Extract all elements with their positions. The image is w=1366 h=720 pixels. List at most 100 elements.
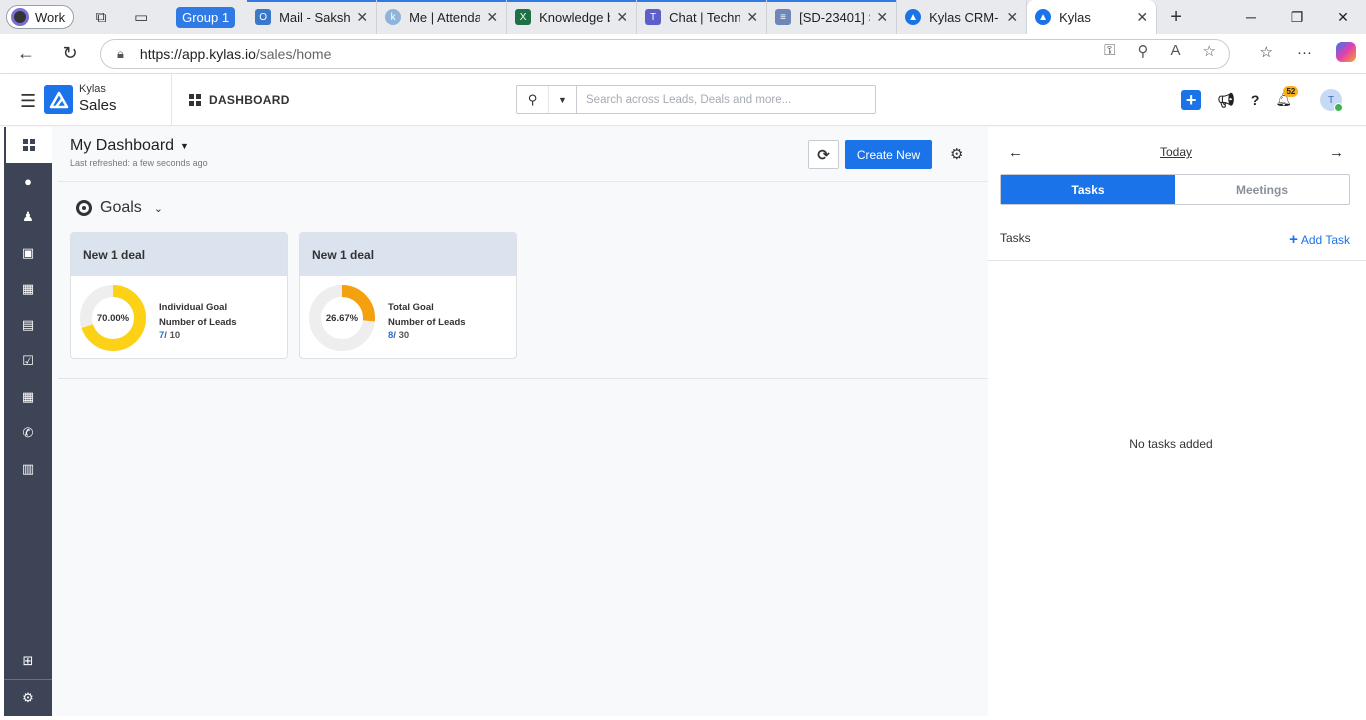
goal-card[interactable]: New 1 deal 70.00% Individual Goal Number… [70,232,288,359]
goals-section-toggle[interactable]: Goals ⌄ [76,199,163,217]
goal-progress: 7/ 10 [159,330,237,341]
browser-tab-mail[interactable]: O Mail - Sakshi ✕ [247,0,378,34]
section-title-label: DASHBOARD [209,93,290,107]
close-tab-icon[interactable]: ✕ [746,9,758,26]
goal-info: Total Goal Number of Leads 8/ 30 [388,300,466,341]
notifications-button[interactable]: 🔔︎ 52 [1275,86,1299,108]
zoom-icon[interactable]: ⚲ [1138,42,1149,60]
chevron-down-icon: ⌄ [153,202,164,215]
goal-info: Individual Goal Number of Leads 7/ 10 [159,300,237,341]
url-path: /sales/home [255,46,332,62]
help-icon[interactable]: ? [1251,92,1260,108]
dashboard-settings-gear-icon[interactable]: ⚙ [950,145,963,163]
close-tab-icon[interactable]: ✕ [356,9,368,26]
browser-tab-kylas[interactable]: ▲ Kylas ✕ [1027,0,1158,34]
notification-badge: 52 [1283,86,1299,97]
workspaces-icon[interactable]: ⧉ [88,4,114,30]
announcement-icon[interactable]: 📢︎ [1217,92,1235,109]
browser-tab-attendance[interactable]: k Me | Attenda ✕ [377,0,508,34]
minimize-icon[interactable]: ─ [1228,0,1274,34]
sidebar-item-tasks[interactable]: ☑ [4,343,52,379]
sidebar-item-calendar[interactable]: ▦ [4,379,52,415]
today-link[interactable]: Today [1160,145,1192,159]
money-bag-icon: ♟ [22,209,34,224]
sidebar-item-deals[interactable]: ♟ [4,199,52,235]
reload-icon[interactable]: ↻ [50,34,90,74]
brand: Kylas Sales [79,83,117,114]
browser-tab-chat[interactable]: T Chat | Techno ✕ [637,0,768,34]
hamburger-menu-icon[interactable]: ☰ [20,91,36,112]
close-tab-icon[interactable]: ✕ [1006,9,1018,26]
url-field[interactable]: 🔒︎ https://app.kylas.io/sales/home [100,39,1230,69]
sidebar-item-leads[interactable]: ▣ [4,235,52,271]
browser-tab-kylas-crm[interactable]: ▲ Kylas CRM- U ✕ [897,0,1028,34]
goal-type: Total Goal [388,302,434,313]
goal-card[interactable]: New 1 deal 26.67% Total Goal Number of L… [299,232,517,359]
kylas-icon: ▲ [1035,9,1052,25]
search-scope-dropdown[interactable]: ▼ [549,86,577,113]
quick-add-button[interactable]: + [1181,90,1202,110]
key-icon[interactable]: ⚿ [1104,42,1115,60]
tab-actions-icon[interactable]: ▭ [128,4,154,30]
copilot-icon[interactable] [1336,42,1356,62]
caret-down-icon: ▼ [180,141,189,151]
goal-percent: 70.00% [96,312,130,324]
date-navigator: ← Today → [1008,142,1344,162]
goal-metric: Number of Leads [159,317,237,328]
app-header: ☰ Kylas Sales DASHBOARD ⚲ ▼ + 📢︎ ? 🔔︎ 52… [0,74,1366,126]
activity-tabs: Tasks Meetings [1000,174,1350,205]
tasks-label: Tasks [1000,231,1031,245]
teams-icon: T [645,9,662,25]
sidebar-item-quotes[interactable]: ▤ [4,307,52,343]
sidebar-bottom: ⊞ ⚙ [4,643,52,716]
tab-group-chip[interactable]: Group 1 [176,6,236,28]
browser-tab-sd[interactable]: ≡ [SD-23401] S ✕ [767,0,898,34]
search-input[interactable] [577,86,875,113]
add-task-button[interactable]: + Add Task [1289,231,1350,248]
search-icon[interactable]: ⚲ [517,86,549,113]
lock-icon: 🔒︎ [117,46,124,61]
sidebar-item-contacts[interactable]: ● [4,163,52,199]
refresh-button[interactable]: ⟳ [808,140,839,169]
close-tab-icon[interactable]: ✕ [1136,9,1148,26]
browser-tab-knowledge[interactable]: X Knowledge b ✕ [507,0,638,34]
sidebar-item-apps[interactable]: ⊞ [4,643,52,679]
sidebar-item-dashboard[interactable] [4,127,52,163]
tab-tasks[interactable]: Tasks [1001,175,1175,204]
user-avatar[interactable]: T [1320,89,1343,112]
kylas-logo[interactable] [44,85,73,114]
close-tab-icon[interactable]: ✕ [876,9,888,26]
url-tools: ⚿ ⚲ A ☆ [1104,42,1216,60]
close-tab-icon[interactable]: ✕ [486,9,498,26]
add-task-label: Add Task [1300,232,1350,247]
favorite-star-icon[interactable]: ☆ [1203,42,1216,60]
user-icon: ● [24,173,32,189]
calendar-icon: ▦ [21,389,35,404]
apps-grid-icon: ⊞ [22,653,34,668]
more-icon[interactable]: ··· [1297,44,1312,61]
arrow-right-icon[interactable]: → [1329,144,1344,161]
back-icon[interactable]: ← [6,34,46,74]
close-tab-icon[interactable]: ✕ [616,9,628,26]
favorites-icon[interactable]: ☆ [1260,43,1273,61]
jira-icon: ≡ [775,9,792,25]
sidebar-item-companies[interactable]: ▦ [4,271,52,307]
excel-icon: X [515,9,532,25]
browser-toolbar: ☆ ··· [1260,42,1356,62]
sidebar-item-calls[interactable]: ✆ [4,415,52,451]
dashboard-selector[interactable]: My Dashboard ▼ [70,137,208,155]
close-window-icon[interactable]: ✕ [1320,0,1366,34]
arrow-left-icon[interactable]: ← [1008,144,1023,161]
profile-icon [11,8,29,26]
tab-meetings[interactable]: Meetings [1175,175,1349,204]
browser-profile-button[interactable]: Work [6,5,75,29]
new-tab-icon[interactable]: + [1161,6,1191,29]
sidebar-item-settings[interactable]: ⚙ [4,680,52,716]
section-title: DASHBOARD [189,93,290,107]
restore-icon[interactable]: ❐ [1274,0,1320,34]
sidebar-item-reports[interactable]: ▥ [4,451,52,487]
browser-address-bar: ← ↻ 🔒︎ https://app.kylas.io/sales/home ⚿… [0,34,1366,74]
read-aloud-icon[interactable]: A [1171,42,1181,60]
window-controls: ─ ❐ ✕ [1228,0,1366,34]
create-new-button[interactable]: Create New [845,140,932,169]
